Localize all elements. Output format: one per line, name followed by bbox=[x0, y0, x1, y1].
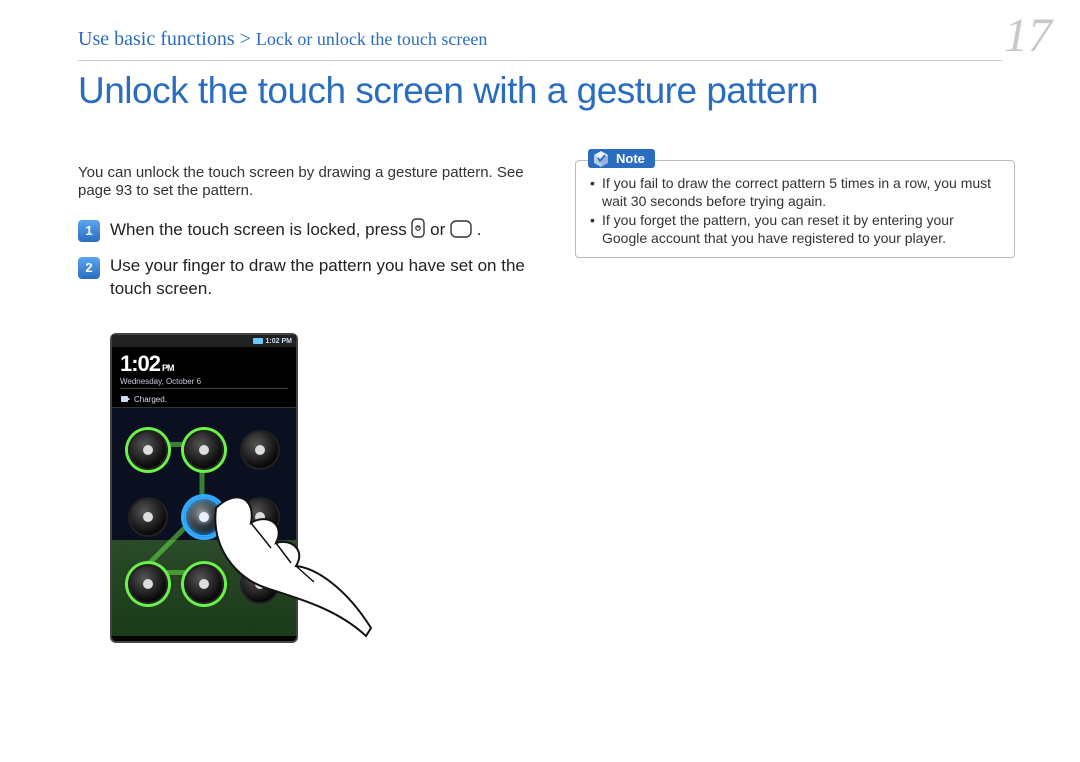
steps-list: 1 When the touch screen is locked, press… bbox=[78, 218, 546, 311]
step-text: Use your finger to draw the pattern you … bbox=[110, 255, 546, 301]
pattern-dot-center bbox=[184, 497, 224, 537]
pattern-dot bbox=[240, 497, 280, 537]
breadcrumb-main: Use basic functions bbox=[78, 28, 235, 50]
note-box: Note If you fail to draw the correct pat… bbox=[575, 160, 1015, 258]
home-button-icon bbox=[450, 220, 472, 245]
step-number-badge: 1 bbox=[78, 220, 100, 242]
step-number-badge: 2 bbox=[78, 257, 100, 279]
clock-pm: PM bbox=[162, 363, 174, 373]
charged-battery-icon bbox=[120, 394, 130, 404]
pattern-dot bbox=[240, 564, 280, 604]
intro-paragraph: You can unlock the touch screen by drawi… bbox=[78, 164, 546, 200]
note-list: If you fail to draw the correct pattern … bbox=[588, 175, 1002, 247]
step-1-post: . bbox=[477, 220, 482, 239]
page-number: 17 bbox=[1004, 8, 1052, 63]
note-label: Note bbox=[616, 151, 645, 166]
charged-row: Charged. bbox=[112, 391, 296, 408]
clock-hours-minutes: 1:02 bbox=[120, 351, 160, 376]
pattern-dot bbox=[240, 430, 280, 470]
note-item: If you forget the pattern, you can reset… bbox=[588, 212, 1002, 247]
battery-indicator-icon bbox=[253, 338, 263, 344]
pattern-area bbox=[112, 408, 296, 636]
status-time: 1:02 PM bbox=[266, 338, 292, 345]
charged-text: Charged. bbox=[134, 395, 167, 404]
step-item: 1 When the touch screen is locked, press… bbox=[78, 218, 546, 245]
note-cube-icon bbox=[592, 150, 610, 168]
breadcrumb-separator: > bbox=[235, 28, 256, 50]
pattern-grid bbox=[126, 422, 282, 612]
breadcrumb: Use basic functions > Lock or unlock the… bbox=[78, 28, 487, 51]
phone-illustration: 1:02 PM 1:02PM Wednesday, October 6 Char… bbox=[110, 333, 298, 643]
pattern-dot bbox=[128, 497, 168, 537]
clock-time: 1:02PM bbox=[120, 351, 288, 377]
pattern-dot bbox=[128, 430, 168, 470]
lock-clock: 1:02PM Wednesday, October 6 bbox=[112, 347, 296, 391]
power-button-icon bbox=[411, 218, 425, 245]
note-item: If you fail to draw the correct pattern … bbox=[588, 175, 1002, 210]
page-heading: Unlock the touch screen with a gesture p… bbox=[78, 72, 818, 111]
step-item: 2 Use your finger to draw the pattern yo… bbox=[78, 255, 546, 301]
step-1-mid: or bbox=[430, 220, 450, 239]
note-badge: Note bbox=[588, 149, 655, 168]
breadcrumb-sub: Lock or unlock the touch screen bbox=[256, 29, 487, 49]
step-1-pre: When the touch screen is locked, press bbox=[110, 220, 411, 239]
pattern-dot bbox=[184, 564, 224, 604]
header-rule bbox=[78, 60, 1002, 61]
phone-statusbar: 1:02 PM bbox=[112, 335, 296, 347]
clock-date: Wednesday, October 6 bbox=[120, 377, 288, 389]
pattern-dot bbox=[128, 564, 168, 604]
pattern-dot bbox=[184, 430, 224, 470]
step-text: When the touch screen is locked, press o… bbox=[110, 218, 546, 245]
